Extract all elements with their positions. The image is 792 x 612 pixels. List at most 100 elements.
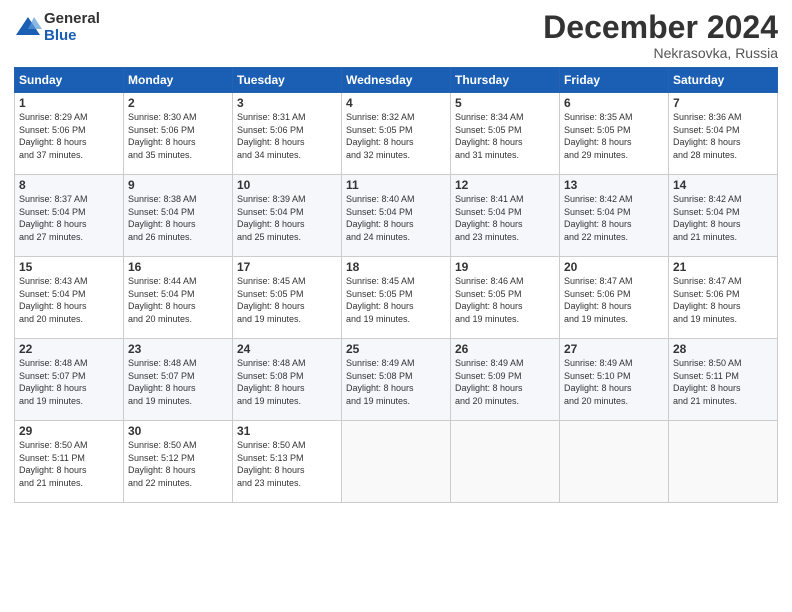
day-info: Sunrise: 8:45 AM Sunset: 5:05 PM Dayligh…: [346, 275, 446, 325]
day-info: Sunrise: 8:31 AM Sunset: 5:06 PM Dayligh…: [237, 111, 337, 161]
calendar-cell: 23Sunrise: 8:48 AM Sunset: 5:07 PM Dayli…: [124, 339, 233, 421]
day-info: Sunrise: 8:50 AM Sunset: 5:11 PM Dayligh…: [19, 439, 119, 489]
calendar-cell: 5Sunrise: 8:34 AM Sunset: 5:05 PM Daylig…: [451, 93, 560, 175]
calendar-cell: 22Sunrise: 8:48 AM Sunset: 5:07 PM Dayli…: [15, 339, 124, 421]
day-info: Sunrise: 8:30 AM Sunset: 5:06 PM Dayligh…: [128, 111, 228, 161]
day-number: 31: [237, 424, 337, 438]
calendar-cell: 19Sunrise: 8:46 AM Sunset: 5:05 PM Dayli…: [451, 257, 560, 339]
day-info: Sunrise: 8:41 AM Sunset: 5:04 PM Dayligh…: [455, 193, 555, 243]
title-block: December 2024 Nekrasovka, Russia: [543, 10, 778, 61]
calendar-body: 1Sunrise: 8:29 AM Sunset: 5:06 PM Daylig…: [15, 93, 778, 503]
calendar-cell: 14Sunrise: 8:42 AM Sunset: 5:04 PM Dayli…: [669, 175, 778, 257]
calendar-week-row: 1Sunrise: 8:29 AM Sunset: 5:06 PM Daylig…: [15, 93, 778, 175]
day-number: 9: [128, 178, 228, 192]
calendar-week-row: 22Sunrise: 8:48 AM Sunset: 5:07 PM Dayli…: [15, 339, 778, 421]
calendar-cell: 20Sunrise: 8:47 AM Sunset: 5:06 PM Dayli…: [560, 257, 669, 339]
calendar-cell: 15Sunrise: 8:43 AM Sunset: 5:04 PM Dayli…: [15, 257, 124, 339]
day-number: 30: [128, 424, 228, 438]
weekday-header-cell: Saturday: [669, 68, 778, 93]
calendar-cell: 30Sunrise: 8:50 AM Sunset: 5:12 PM Dayli…: [124, 421, 233, 503]
calendar-cell: [560, 421, 669, 503]
day-number: 6: [564, 96, 664, 110]
page-container: GeneralBlue December 2024 Nekrasovka, Ru…: [0, 0, 792, 511]
day-info: Sunrise: 8:36 AM Sunset: 5:04 PM Dayligh…: [673, 111, 773, 161]
day-info: Sunrise: 8:35 AM Sunset: 5:05 PM Dayligh…: [564, 111, 664, 161]
day-number: 22: [19, 342, 119, 356]
day-number: 29: [19, 424, 119, 438]
day-info: Sunrise: 8:46 AM Sunset: 5:05 PM Dayligh…: [455, 275, 555, 325]
day-number: 3: [237, 96, 337, 110]
day-number: 18: [346, 260, 446, 274]
day-info: Sunrise: 8:49 AM Sunset: 5:10 PM Dayligh…: [564, 357, 664, 407]
day-number: 4: [346, 96, 446, 110]
calendar-cell: 8Sunrise: 8:37 AM Sunset: 5:04 PM Daylig…: [15, 175, 124, 257]
day-info: Sunrise: 8:45 AM Sunset: 5:05 PM Dayligh…: [237, 275, 337, 325]
calendar-cell: 16Sunrise: 8:44 AM Sunset: 5:04 PM Dayli…: [124, 257, 233, 339]
day-info: Sunrise: 8:49 AM Sunset: 5:08 PM Dayligh…: [346, 357, 446, 407]
day-number: 24: [237, 342, 337, 356]
day-number: 2: [128, 96, 228, 110]
weekday-header-cell: Monday: [124, 68, 233, 93]
day-info: Sunrise: 8:50 AM Sunset: 5:11 PM Dayligh…: [673, 357, 773, 407]
day-number: 14: [673, 178, 773, 192]
day-info: Sunrise: 8:50 AM Sunset: 5:12 PM Dayligh…: [128, 439, 228, 489]
weekday-header-cell: Friday: [560, 68, 669, 93]
day-info: Sunrise: 8:47 AM Sunset: 5:06 PM Dayligh…: [564, 275, 664, 325]
day-number: 5: [455, 96, 555, 110]
day-info: Sunrise: 8:38 AM Sunset: 5:04 PM Dayligh…: [128, 193, 228, 243]
calendar-cell: 10Sunrise: 8:39 AM Sunset: 5:04 PM Dayli…: [233, 175, 342, 257]
calendar-cell: 31Sunrise: 8:50 AM Sunset: 5:13 PM Dayli…: [233, 421, 342, 503]
day-number: 15: [19, 260, 119, 274]
day-number: 28: [673, 342, 773, 356]
day-number: 11: [346, 178, 446, 192]
logo: GeneralBlue: [14, 10, 100, 45]
day-number: 1: [19, 96, 119, 110]
calendar-week-row: 29Sunrise: 8:50 AM Sunset: 5:11 PM Dayli…: [15, 421, 778, 503]
day-info: Sunrise: 8:48 AM Sunset: 5:07 PM Dayligh…: [128, 357, 228, 407]
day-info: Sunrise: 8:48 AM Sunset: 5:08 PM Dayligh…: [237, 357, 337, 407]
calendar-table: SundayMondayTuesdayWednesdayThursdayFrid…: [14, 67, 778, 503]
calendar-cell: 6Sunrise: 8:35 AM Sunset: 5:05 PM Daylig…: [560, 93, 669, 175]
calendar-cell: 28Sunrise: 8:50 AM Sunset: 5:11 PM Dayli…: [669, 339, 778, 421]
day-info: Sunrise: 8:42 AM Sunset: 5:04 PM Dayligh…: [564, 193, 664, 243]
day-info: Sunrise: 8:32 AM Sunset: 5:05 PM Dayligh…: [346, 111, 446, 161]
day-number: 8: [19, 178, 119, 192]
calendar-cell: 3Sunrise: 8:31 AM Sunset: 5:06 PM Daylig…: [233, 93, 342, 175]
day-info: Sunrise: 8:49 AM Sunset: 5:09 PM Dayligh…: [455, 357, 555, 407]
weekday-header-row: SundayMondayTuesdayWednesdayThursdayFrid…: [15, 68, 778, 93]
day-info: Sunrise: 8:37 AM Sunset: 5:04 PM Dayligh…: [19, 193, 119, 243]
calendar-cell: 24Sunrise: 8:48 AM Sunset: 5:08 PM Dayli…: [233, 339, 342, 421]
day-number: 27: [564, 342, 664, 356]
day-info: Sunrise: 8:39 AM Sunset: 5:04 PM Dayligh…: [237, 193, 337, 243]
weekday-header-cell: Sunday: [15, 68, 124, 93]
calendar-cell: 29Sunrise: 8:50 AM Sunset: 5:11 PM Dayli…: [15, 421, 124, 503]
weekday-header-cell: Thursday: [451, 68, 560, 93]
day-info: Sunrise: 8:29 AM Sunset: 5:06 PM Dayligh…: [19, 111, 119, 161]
day-number: 17: [237, 260, 337, 274]
calendar-cell: [669, 421, 778, 503]
calendar-cell: 17Sunrise: 8:45 AM Sunset: 5:05 PM Dayli…: [233, 257, 342, 339]
day-info: Sunrise: 8:48 AM Sunset: 5:07 PM Dayligh…: [19, 357, 119, 407]
location: Nekrasovka, Russia: [543, 45, 778, 61]
calendar-cell: 12Sunrise: 8:41 AM Sunset: 5:04 PM Dayli…: [451, 175, 560, 257]
day-number: 12: [455, 178, 555, 192]
day-info: Sunrise: 8:44 AM Sunset: 5:04 PM Dayligh…: [128, 275, 228, 325]
logo-icon: [14, 13, 42, 41]
logo-text: GeneralBlue: [44, 10, 100, 45]
month-title: December 2024: [543, 10, 778, 45]
calendar-cell: 18Sunrise: 8:45 AM Sunset: 5:05 PM Dayli…: [342, 257, 451, 339]
calendar-cell: 2Sunrise: 8:30 AM Sunset: 5:06 PM Daylig…: [124, 93, 233, 175]
calendar-cell: 13Sunrise: 8:42 AM Sunset: 5:04 PM Dayli…: [560, 175, 669, 257]
calendar-week-row: 15Sunrise: 8:43 AM Sunset: 5:04 PM Dayli…: [15, 257, 778, 339]
calendar-cell: 7Sunrise: 8:36 AM Sunset: 5:04 PM Daylig…: [669, 93, 778, 175]
weekday-header-cell: Tuesday: [233, 68, 342, 93]
day-number: 7: [673, 96, 773, 110]
day-number: 21: [673, 260, 773, 274]
calendar-cell: 9Sunrise: 8:38 AM Sunset: 5:04 PM Daylig…: [124, 175, 233, 257]
day-info: Sunrise: 8:34 AM Sunset: 5:05 PM Dayligh…: [455, 111, 555, 161]
calendar-week-row: 8Sunrise: 8:37 AM Sunset: 5:04 PM Daylig…: [15, 175, 778, 257]
day-info: Sunrise: 8:40 AM Sunset: 5:04 PM Dayligh…: [346, 193, 446, 243]
calendar-cell: 4Sunrise: 8:32 AM Sunset: 5:05 PM Daylig…: [342, 93, 451, 175]
day-number: 16: [128, 260, 228, 274]
calendar-cell: 21Sunrise: 8:47 AM Sunset: 5:06 PM Dayli…: [669, 257, 778, 339]
